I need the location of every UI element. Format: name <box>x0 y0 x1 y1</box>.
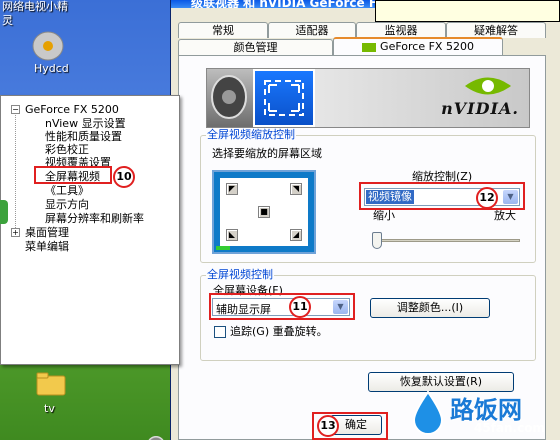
expand-icon[interactable]: + <box>11 228 20 237</box>
speaker-icon <box>207 69 253 127</box>
handle-center[interactable]: ■ <box>258 206 270 218</box>
marker-13: 13 <box>317 415 339 437</box>
tree-item-resolution[interactable]: 屏幕分辨率和刷新率 <box>45 212 144 225</box>
handle-bottom-left[interactable]: ◣ <box>226 229 238 241</box>
marker-11: 11 <box>289 296 311 318</box>
slider-min-label: 缩小 <box>373 209 395 222</box>
region-label: 选择要缩放的屏幕区域 <box>212 147 322 160</box>
adjust-color-button[interactable]: 调整颜色...(I) <box>370 298 490 318</box>
hydcd-icon[interactable] <box>30 30 66 62</box>
tooltip-box <box>375 0 560 22</box>
tab-general[interactable]: 常规 <box>178 22 268 38</box>
track-checkbox[interactable] <box>214 326 226 338</box>
tree-item-menu-edit[interactable]: 菜单编辑 <box>25 240 69 253</box>
scaling-legend: 全屏视频缩放控制 <box>206 128 296 141</box>
highlight-device-select <box>209 293 355 320</box>
screen-preview: ◤ ◥ ■ ◣ ◢ <box>220 178 308 246</box>
highlight-zoom-select <box>359 182 525 210</box>
slider-max-label: 放大 <box>494 209 516 222</box>
tree-item-performance[interactable]: 性能和质量设置 <box>45 130 122 143</box>
track-checkbox-label: 追踪(G) 重叠旋转。 <box>230 325 328 338</box>
nvidia-banner: nVIDIA. <box>206 68 530 128</box>
green-side-bar <box>0 200 8 224</box>
nvidia-eye-icon <box>465 77 511 95</box>
folder-label: tv <box>44 402 55 415</box>
tree-item-desktop-manager[interactable]: 桌面管理 <box>25 226 69 239</box>
highlight-fullscreen-video <box>34 166 112 184</box>
tree-item-orientation[interactable]: 显示方向 <box>45 198 89 211</box>
handle-top-right[interactable]: ◥ <box>290 183 302 195</box>
tab-troubleshoot[interactable]: 疑难解答 <box>446 22 546 38</box>
tree-guide-line <box>15 112 16 232</box>
handle-bottom-right[interactable]: ◢ <box>290 229 302 241</box>
collapse-icon[interactable]: − <box>11 105 20 114</box>
watermark-text: 路饭网 <box>450 396 522 424</box>
control-legend: 全屏视频控制 <box>206 268 274 281</box>
settings-round-icon[interactable] <box>147 436 165 440</box>
folder-icon[interactable] <box>36 370 66 396</box>
marker-12: 12 <box>476 187 498 209</box>
tree-root[interactable]: GeForce FX 5200 <box>25 103 119 116</box>
tab-color-management[interactable]: 颜色管理 <box>178 39 333 55</box>
nvidia-tab-icon <box>362 42 377 52</box>
hydcd-label: Hydcd <box>34 62 69 75</box>
screen-region-selector[interactable]: ◤ ◥ ■ ◣ ◢ <box>212 170 316 254</box>
nvidia-settings-tree: − GeForce FX 5200 nView 显示设置 性能和质量设置 彩色校… <box>0 95 180 440</box>
nvidia-logo-text: nVIDIA. <box>441 99 519 118</box>
tab-monitor[interactable]: 监视器 <box>356 22 446 38</box>
fullscreen-icon <box>253 69 315 127</box>
banner-logo-area: nVIDIA. <box>315 69 529 127</box>
marker-10: 10 <box>113 166 135 188</box>
tree-item-nview[interactable]: nView 显示设置 <box>45 117 126 130</box>
tab-adapter[interactable]: 适配器 <box>268 22 356 38</box>
green-indicator <box>216 246 230 250</box>
watermark: 路饭网 45fan.com <box>404 388 554 440</box>
tree-item-tools[interactable]: 《工具》 <box>45 184 89 197</box>
watermark-drop-icon <box>412 390 444 435</box>
zoom-slider-thumb[interactable] <box>372 232 382 249</box>
handle-top-left[interactable]: ◤ <box>226 183 238 195</box>
desktop-top-label: 网络电视小精 灵 <box>2 0 68 27</box>
tree-item-color-correction[interactable]: 彩色校正 <box>45 143 89 156</box>
tab-geforce[interactable]: GeForce FX 5200 <box>333 37 503 55</box>
zoom-slider-track[interactable] <box>380 239 520 242</box>
watermark-url: 45fan.com <box>474 421 545 435</box>
tab-geforce-label: GeForce FX 5200 <box>380 40 474 53</box>
